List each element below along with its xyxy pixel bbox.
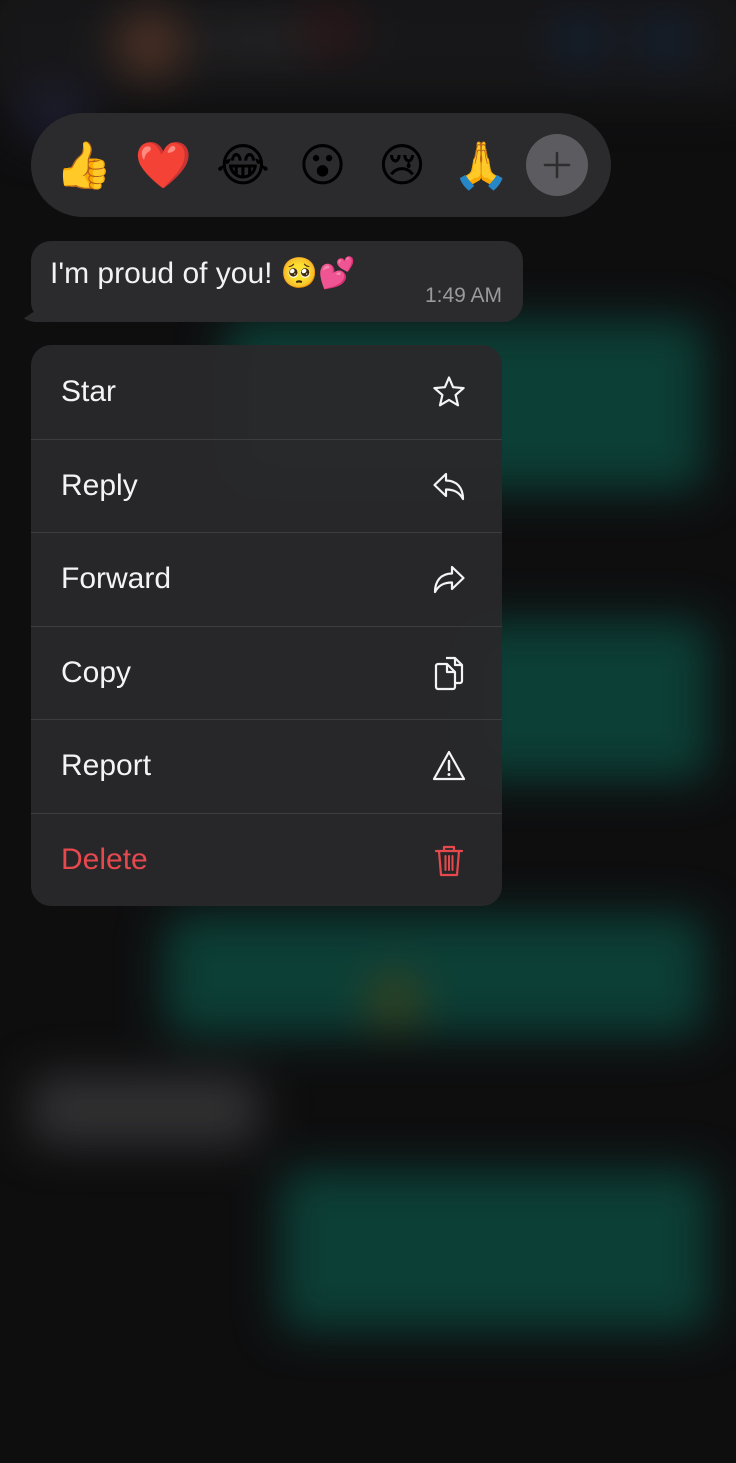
- menu-item-reply[interactable]: Reply: [31, 438, 502, 533]
- menu-item-forward[interactable]: Forward: [31, 532, 502, 626]
- menu-item-label: Delete: [61, 842, 148, 876]
- message-context-menu: Star Reply Forward Copy Report Delete: [31, 345, 502, 906]
- reaction-crying[interactable]: 😢: [371, 134, 433, 196]
- reaction-surprised[interactable]: 😮: [292, 134, 354, 196]
- copy-icon: [430, 654, 468, 692]
- reaction-thumbs-up[interactable]: 👍: [53, 134, 115, 196]
- menu-item-star[interactable]: Star: [31, 345, 502, 439]
- message-text: I'm proud of you! 🥺💕: [50, 257, 356, 290]
- reaction-red-heart[interactable]: ❤️: [133, 134, 195, 196]
- warning-icon: [430, 747, 468, 785]
- star-icon: [430, 373, 468, 411]
- menu-item-copy[interactable]: Copy: [31, 625, 502, 720]
- reply-icon: [430, 467, 468, 505]
- menu-item-label: Reply: [61, 468, 138, 502]
- more-reactions-button[interactable]: [526, 134, 588, 196]
- reaction-bar: 👍 ❤️ 😂 😮 😢 🙏: [31, 113, 611, 217]
- menu-item-label: Forward: [61, 562, 172, 596]
- menu-item-label: Copy: [61, 655, 132, 689]
- menu-item-report[interactable]: Report: [31, 719, 502, 813]
- reaction-folded-hands[interactable]: 🙏: [451, 134, 513, 196]
- menu-item-label: Report: [61, 749, 152, 783]
- message-timestamp: 1:49 AM: [424, 284, 502, 307]
- menu-item-label: Star: [61, 374, 117, 408]
- menu-item-delete[interactable]: Delete: [31, 812, 502, 907]
- forward-icon: [430, 560, 468, 598]
- reaction-tears-of-joy[interactable]: 😂: [212, 134, 274, 196]
- screen: 👍 ❤️ 😂 😮 😢 🙏 I'm proud of you! 🥺💕 1:49 A…: [0, 0, 736, 1463]
- plus-icon: [543, 151, 571, 179]
- trash-icon: [430, 841, 468, 879]
